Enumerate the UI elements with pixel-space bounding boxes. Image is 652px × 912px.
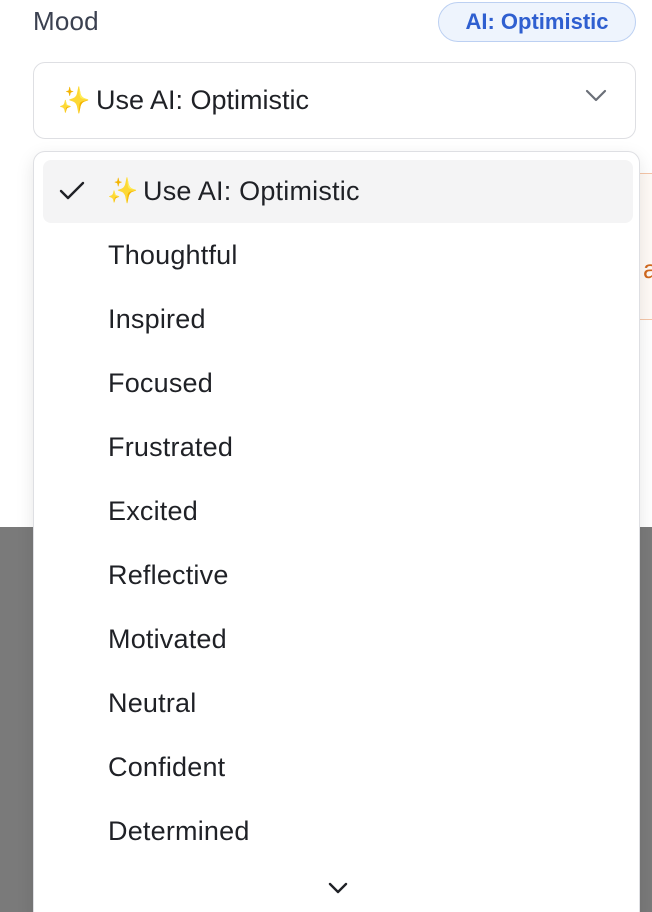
mood-option-label: Focused bbox=[108, 368, 213, 398]
mood-option-inspired[interactable]: Inspired bbox=[43, 288, 633, 351]
mood-option-label: Thoughtful bbox=[108, 240, 238, 270]
mood-option-label: Confident bbox=[108, 752, 226, 782]
mood-option-excited[interactable]: Excited bbox=[43, 480, 633, 543]
mood-option-focused[interactable]: Focused bbox=[43, 352, 633, 415]
mood-field-label: Mood bbox=[33, 6, 99, 36]
mood-option-label: Determined bbox=[108, 816, 250, 846]
mood-option-label: Use AI: Optimistic bbox=[143, 176, 360, 206]
mood-select-value: Use AI: Optimistic bbox=[96, 85, 310, 115]
sparkle-icon: ✨ bbox=[107, 177, 139, 205]
sparkle-icon: ✨ bbox=[58, 85, 91, 115]
mood-dropdown-menu: ✨ Use AI: Optimistic Thoughtful Inspired… bbox=[33, 151, 640, 912]
check-icon bbox=[59, 181, 85, 206]
mood-option-neutral[interactable]: Neutral bbox=[43, 672, 633, 735]
mood-option-label: Excited bbox=[108, 496, 198, 526]
mood-option-label: Reflective bbox=[108, 560, 229, 590]
mood-option-use-ai[interactable]: ✨ Use AI: Optimistic bbox=[43, 160, 633, 223]
mood-option-frustrated[interactable]: Frustrated bbox=[43, 416, 633, 479]
chevron-down-icon bbox=[327, 881, 349, 900]
scroll-down-button[interactable] bbox=[324, 878, 352, 902]
mood-option-label: Neutral bbox=[108, 688, 197, 718]
background-card-text: a bbox=[643, 254, 652, 285]
mood-select-screen: a Mood AI: Optimistic ✨ Use AI: Optimist… bbox=[0, 0, 652, 912]
mood-option-reflective[interactable]: Reflective bbox=[43, 544, 633, 607]
mood-option-label: Frustrated bbox=[108, 432, 234, 462]
mood-select-trigger[interactable]: ✨ Use AI: Optimistic bbox=[33, 62, 636, 139]
chevron-down-icon bbox=[585, 89, 607, 108]
mood-option-determined[interactable]: Determined bbox=[43, 800, 633, 863]
mood-option-motivated[interactable]: Motivated bbox=[43, 608, 633, 671]
mood-option-thoughtful[interactable]: Thoughtful bbox=[43, 224, 633, 287]
mood-option-label: Motivated bbox=[108, 624, 227, 654]
mood-option-confident[interactable]: Confident bbox=[43, 736, 633, 799]
ai-mood-badge: AI: Optimistic bbox=[438, 2, 636, 42]
mood-option-label: Inspired bbox=[108, 304, 206, 334]
